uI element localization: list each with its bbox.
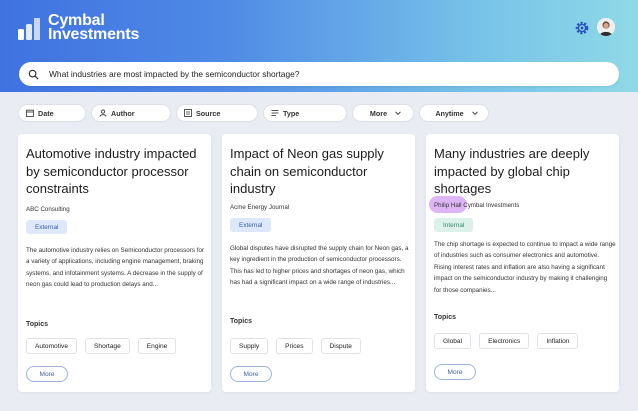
filter-date-label: Date [38, 108, 54, 118]
card-title[interactable]: Automotive industry impacted by semicond… [26, 145, 206, 198]
topic-chip[interactable]: Engine [137, 338, 177, 354]
filter-type-label: Type [283, 108, 300, 118]
filter-date[interactable]: Date [18, 104, 86, 122]
topic-chip[interactable]: Inflation [537, 333, 579, 349]
user-avatar[interactable] [597, 18, 615, 36]
more-button[interactable]: More [26, 366, 68, 382]
search-input[interactable]: What industries are most impacted by the… [49, 69, 299, 79]
logo-line2: Investments [48, 26, 140, 43]
filter-bar: Date Author Source Type More Anytime [18, 104, 494, 122]
card-snippet: The chip shortage is expected to continu… [434, 241, 616, 294]
topics-list: Supply Prices Dispute [230, 338, 369, 354]
type-icon [271, 110, 279, 116]
filter-anytime[interactable]: Anytime [419, 104, 489, 122]
topic-chip[interactable]: Supply [230, 338, 269, 354]
card-source: Acme Energy Journal [230, 204, 290, 211]
search-icon [28, 69, 39, 80]
person-icon [99, 109, 107, 117]
logo-icon [18, 18, 40, 40]
app-logo[interactable]: Cymbal Investments [16, 13, 140, 43]
search-bar[interactable]: What industries are most impacted by the… [19, 62, 619, 86]
topic-chip[interactable]: Dispute [320, 338, 361, 354]
chevron-down-icon [471, 111, 478, 116]
app-header: Cymbal Investments What industries are m… [0, 0, 638, 92]
topic-chip[interactable]: Global [434, 333, 472, 349]
card-snippet: The automotive industry relies on Semico… [26, 247, 205, 289]
more-button[interactable]: More [434, 364, 476, 380]
filter-author[interactable]: Author [91, 104, 171, 122]
more-button[interactable]: More [230, 366, 272, 382]
topics-list: Global Electronics Inflation [434, 333, 586, 349]
card-source: ABC Consulting [26, 206, 70, 213]
logo-wordmark: Cymbal Investments [48, 13, 140, 43]
topics-list: Automotive Shortage Engine [26, 338, 184, 354]
result-card[interactable]: Impact of Neon gas supply chain on semic… [222, 134, 415, 392]
status-badge: External [230, 218, 272, 232]
filter-type[interactable]: Type [263, 104, 347, 122]
gear-icon[interactable] [574, 20, 590, 36]
topic-chip[interactable]: Electronics [479, 333, 530, 349]
filter-source-label: Source [196, 108, 221, 118]
avatar-image [597, 18, 615, 36]
topic-chip[interactable]: Prices [276, 338, 313, 354]
result-card[interactable]: Many industries are deeply impacted by g… [426, 134, 619, 392]
topic-chip[interactable]: Automotive [26, 338, 77, 354]
chevron-down-icon [395, 111, 401, 116]
status-badge: External [26, 220, 68, 234]
topic-chip[interactable]: Shortage [85, 338, 130, 354]
filter-anytime-label: Anytime [435, 108, 464, 118]
filter-more[interactable]: More [352, 104, 414, 122]
source-icon [184, 109, 192, 117]
topics-label: Topics [26, 321, 49, 328]
card-title[interactable]: Many industries are deeply impacted by g… [434, 145, 616, 198]
card-source: Cymbal Investments [463, 202, 520, 209]
card-byline: Philip Hall Cymbal Investments [434, 202, 519, 209]
filter-author-label: Author [111, 108, 135, 118]
result-card[interactable]: Automotive industry impacted by semicond… [18, 134, 211, 392]
calendar-icon [26, 109, 34, 117]
topics-label: Topics [434, 314, 457, 321]
card-title[interactable]: Impact of Neon gas supply chain on semic… [230, 145, 412, 198]
card-author[interactable]: Philip Hall [434, 202, 462, 209]
filter-source[interactable]: Source [176, 104, 258, 122]
filter-more-label: More [369, 108, 388, 118]
card-snippet: Global disputes have disrupted the suppl… [230, 245, 409, 287]
topics-label: Topics [230, 318, 253, 325]
status-badge: Internal [434, 218, 474, 232]
